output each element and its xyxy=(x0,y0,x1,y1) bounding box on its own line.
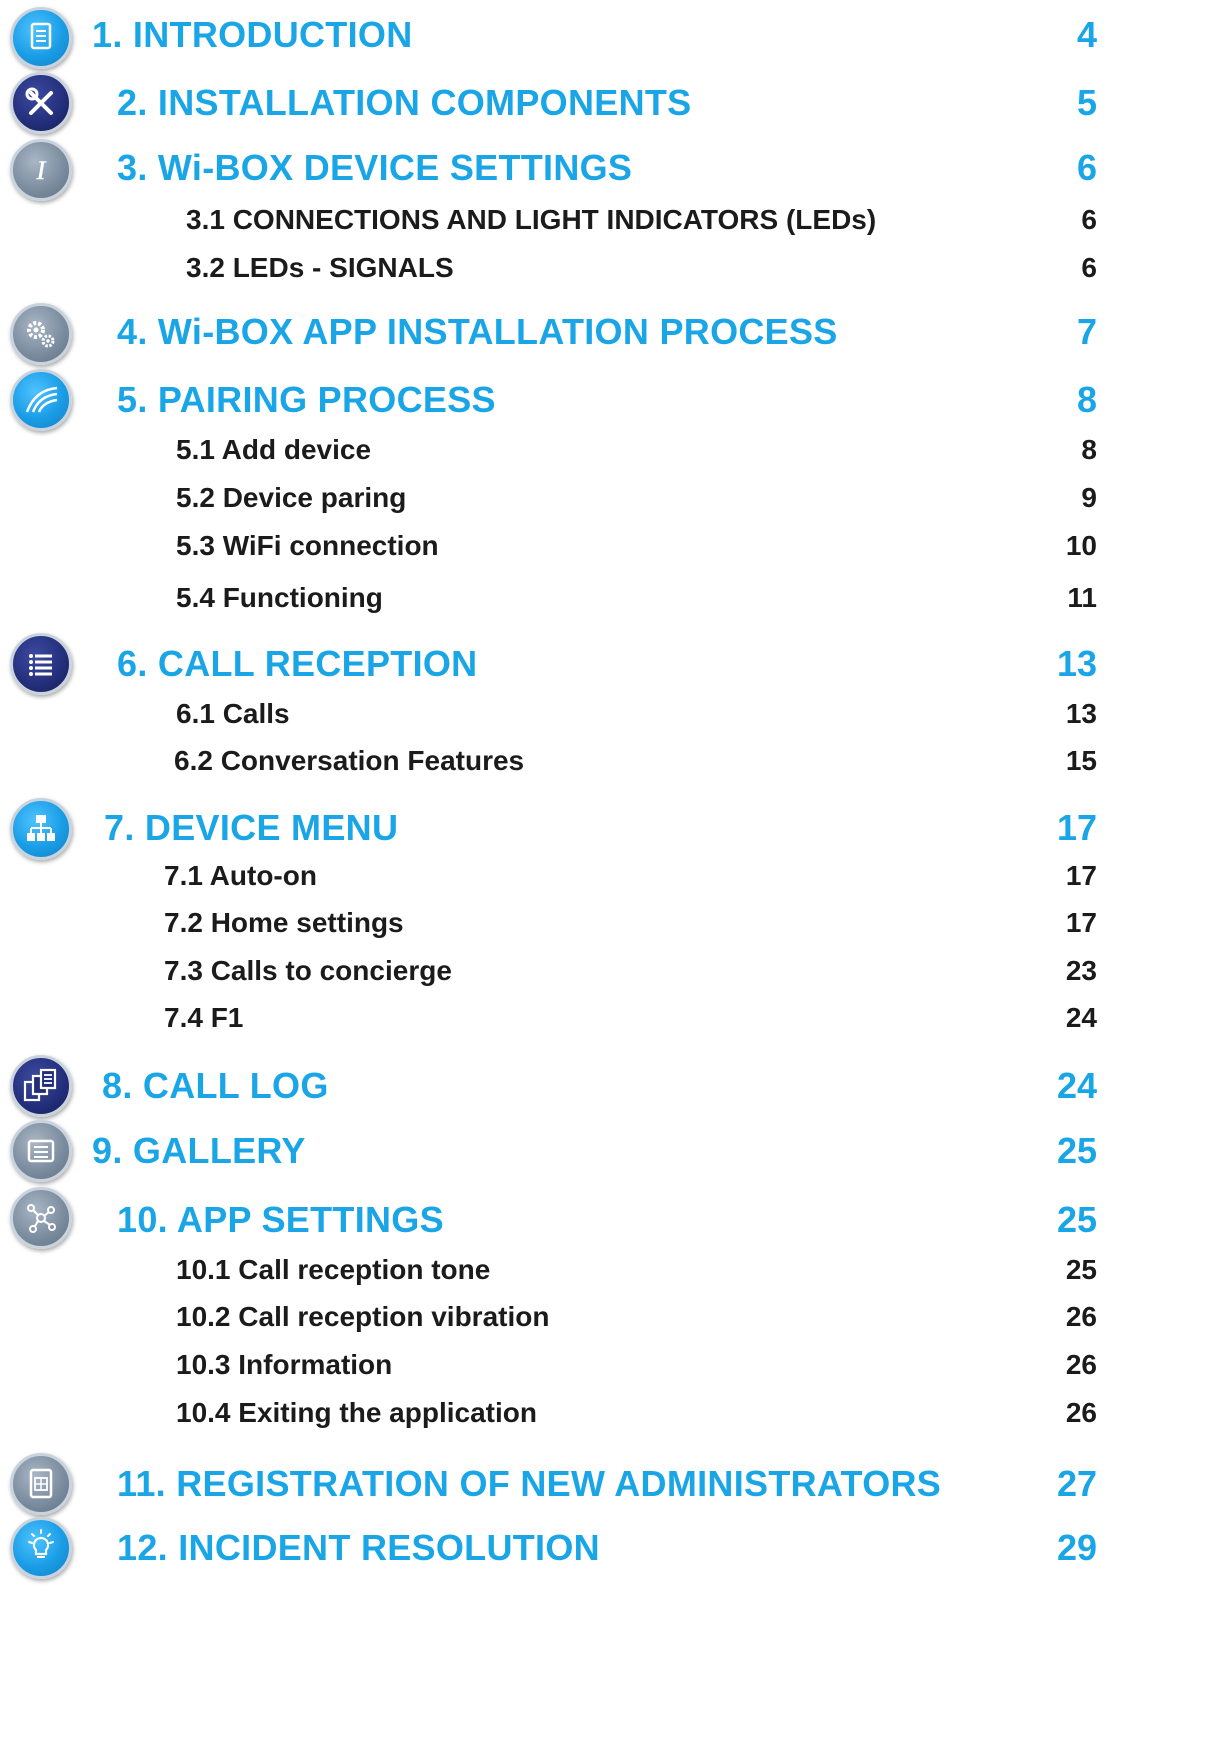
toc-heading[interactable]: 9. GALLERY xyxy=(92,1133,306,1169)
toc-page-number: 26 xyxy=(1065,1397,1097,1428)
toc-subheading[interactable]: 7.1 Auto-on xyxy=(164,862,317,890)
document-icon xyxy=(10,7,72,69)
toc-page-number: 10 xyxy=(1065,530,1097,561)
toc-subheading[interactable]: 10.3 Information xyxy=(176,1351,392,1379)
toc-heading[interactable]: 2. INSTALLATION COMPONENTS xyxy=(117,85,691,121)
toc-page-number: 26 xyxy=(1065,1349,1097,1380)
toc-heading[interactable]: 5. PAIRING PROCESS xyxy=(117,382,496,418)
toc-page-number: 4 xyxy=(1076,14,1097,55)
hierarchy-icon xyxy=(10,798,72,860)
toc-page-number: 11 xyxy=(1067,582,1097,613)
toc-page-number: 26 xyxy=(1065,1301,1097,1332)
toc-heading[interactable]: 11. REGISTRATION OF NEW ADMINISTRATORS xyxy=(117,1466,941,1502)
toc-subheading[interactable]: 3.1 CONNECTIONS AND LIGHT INDICATORS (LE… xyxy=(186,206,876,234)
toc-subheading[interactable]: 5.2 Device paring xyxy=(176,484,406,512)
toc-page-number: 24 xyxy=(1065,1002,1097,1033)
toc-subheading[interactable]: 7.2 Home settings xyxy=(164,909,404,937)
toc-page-number: 17 xyxy=(1065,860,1097,891)
svg-text:I: I xyxy=(36,156,47,185)
toc-page-number: 15 xyxy=(1065,745,1097,776)
toc-heading[interactable]: 6. CALL RECEPTION xyxy=(117,646,477,682)
network-icon xyxy=(10,1187,72,1249)
gears-icon xyxy=(10,303,72,365)
toc-subheading[interactable]: 10.1 Call reception tone xyxy=(176,1256,490,1284)
toc-heading[interactable]: 12. INCIDENT RESOLUTION xyxy=(117,1530,600,1566)
toc-page-number: 13 xyxy=(1056,643,1097,684)
toc-page-number: 17 xyxy=(1056,807,1097,848)
toc-page-number: 25 xyxy=(1056,1199,1097,1240)
list-icon xyxy=(10,633,72,695)
signal-icon xyxy=(10,369,72,431)
toc-subheading[interactable]: 7.3 Calls to concierge xyxy=(164,957,452,985)
toc-subheading[interactable]: 10.2 Call reception vibration xyxy=(176,1303,549,1331)
toc-page-number: 6 xyxy=(1076,147,1097,188)
toc-page-number: 17 xyxy=(1065,907,1097,938)
toc-page-number: 25 xyxy=(1065,1254,1097,1285)
toc-subheading[interactable]: 5.3 WiFi connection xyxy=(176,532,439,560)
toc-page-number: 7 xyxy=(1076,311,1097,352)
toc-page-number: 13 xyxy=(1065,698,1097,729)
toc-page-number: 24 xyxy=(1056,1065,1097,1106)
toc-page-number: 5 xyxy=(1076,82,1097,123)
toc-subheading[interactable]: 10.4 Exiting the application xyxy=(176,1399,537,1427)
toc-subheading[interactable]: 7.4 F1 xyxy=(164,1004,243,1032)
toc-heading[interactable]: 4. Wi-BOX APP INSTALLATION PROCESS xyxy=(117,314,838,350)
toc-subheading[interactable]: 3.2 LEDs - SIGNALS xyxy=(186,254,454,282)
lightbulb-icon xyxy=(10,1517,72,1579)
toc-page-number: 25 xyxy=(1056,1130,1097,1171)
toc-page-number: 8 xyxy=(1076,379,1097,420)
toc-heading[interactable]: 8. CALL LOG xyxy=(102,1068,329,1104)
toc-heading[interactable]: 7. DEVICE MENU xyxy=(104,810,398,846)
toc-subheading[interactable]: 6.1 Calls xyxy=(176,700,290,728)
toc-subheading[interactable]: 5.1 Add device xyxy=(176,436,371,464)
toc-heading[interactable]: 1. INTRODUCTION xyxy=(92,17,413,53)
toc-heading[interactable]: 3. Wi-BOX DEVICE SETTINGS xyxy=(117,150,632,186)
toc-subheading[interactable]: 5.4 Functioning xyxy=(176,584,383,612)
italic-i-icon: I xyxy=(10,139,72,201)
toc-heading[interactable]: 10. APP SETTINGS xyxy=(117,1202,444,1238)
toc-page-number: 27 xyxy=(1056,1463,1097,1504)
tools-icon xyxy=(10,72,72,134)
toc-page-number: 6 xyxy=(1081,252,1097,283)
toc-page-number: 8 xyxy=(1081,434,1097,465)
toc-subheading[interactable]: 6.2 Conversation Features xyxy=(174,747,524,775)
toc-page-number: 6 xyxy=(1081,204,1097,235)
gallery-icon xyxy=(10,1120,72,1182)
toc-page-number: 23 xyxy=(1065,955,1097,986)
toc-page-number: 29 xyxy=(1056,1527,1097,1568)
documents-icon xyxy=(10,1055,72,1117)
form-icon xyxy=(10,1453,72,1515)
toc-page-number: 9 xyxy=(1081,482,1097,513)
